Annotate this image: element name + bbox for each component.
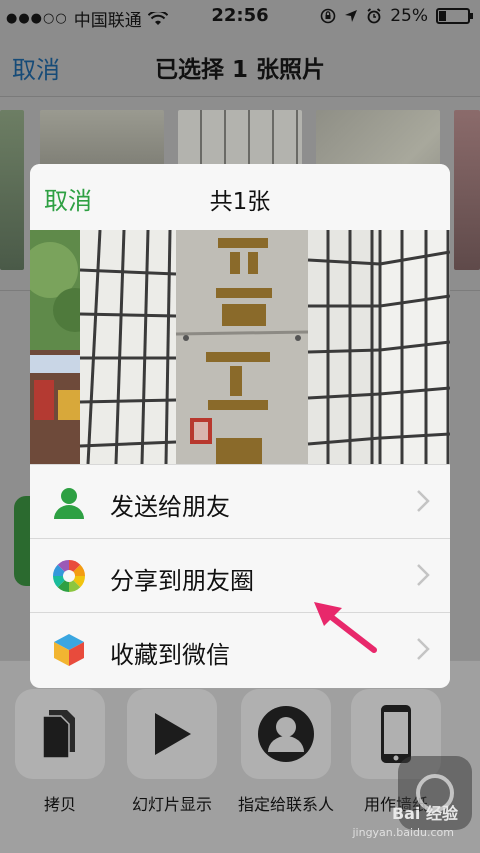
wallpaper-icon: [381, 705, 411, 763]
action-label: 指定给联系人: [237, 795, 334, 814]
dialog-title: 共1张: [209, 189, 271, 215]
contact-icon: [54, 488, 84, 519]
menu-item-label: 分享到朋友圈: [110, 567, 254, 595]
send-to-friend-item[interactable]: 发送给朋友: [30, 464, 450, 538]
photo-thumbnail[interactable]: [454, 110, 480, 270]
menu-item-label: 发送给朋友: [110, 493, 230, 521]
rotation-lock-icon: [320, 8, 336, 24]
photo-preview-image: [30, 230, 450, 464]
chevron-right-icon: [417, 638, 430, 660]
action-label: 幻灯片显示: [131, 795, 212, 814]
favorites-icon: [54, 634, 84, 666]
location-icon: [345, 10, 358, 22]
share-to-moments-item[interactable]: 分享到朋友圈: [30, 538, 450, 612]
share-menu: 发送给朋友 分享到朋友圈 收藏到微信: [30, 464, 450, 686]
menu-item-label: 收藏到微信: [110, 641, 230, 669]
battery-icon: [436, 8, 473, 24]
dialog-header: 取消 共1张: [30, 164, 450, 230]
chevron-right-icon: [417, 490, 430, 512]
page-title: 已选择 1 张照片: [154, 57, 326, 83]
assign-contact-icon: [258, 706, 314, 762]
slideshow-action[interactable]: 幻灯片显示: [122, 689, 222, 815]
status-bar: ●●●○○ 中国联通 22:56 25%: [0, 0, 480, 34]
watermark-url: jingyan.baidu.com: [352, 826, 454, 839]
watermark-logo: Bai 经验: [391, 804, 458, 823]
annotation-arrow-icon: [314, 602, 377, 653]
add-to-favorites-item[interactable]: 收藏到微信: [30, 612, 450, 686]
battery-percent: 25%: [390, 6, 428, 26]
share-dialog: 取消 共1张 发送给朋友 分享到朋友圈 收藏到微信: [30, 164, 450, 688]
action-label: 拷贝: [43, 795, 76, 814]
moments-icon: [53, 560, 85, 592]
copy-action[interactable]: 拷贝: [10, 689, 110, 815]
photo-preview: [30, 230, 450, 464]
nav-bar: 取消 已选择 1 张照片: [0, 34, 480, 97]
photo-thumbnail[interactable]: [0, 110, 24, 270]
chevron-right-icon: [417, 564, 430, 586]
assign-contact-action[interactable]: 指定给联系人: [236, 689, 336, 815]
battery-level: [439, 11, 446, 21]
slideshow-icon: [155, 713, 191, 755]
alarm-icon: [367, 8, 381, 24]
copy-icon: [42, 710, 75, 759]
